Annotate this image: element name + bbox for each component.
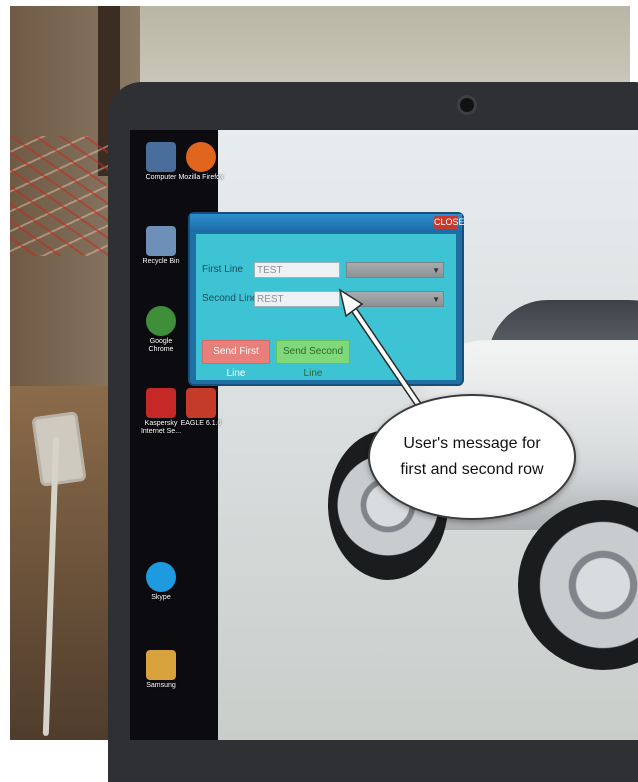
annotation-arrow [338, 288, 422, 408]
annotation-text: User's message for first and second row [400, 431, 543, 483]
annotation-callout: User's message for first and second row [368, 394, 576, 520]
annotation-line-1: User's message for [403, 435, 541, 452]
annotation-line-2: first and second row [400, 461, 544, 478]
